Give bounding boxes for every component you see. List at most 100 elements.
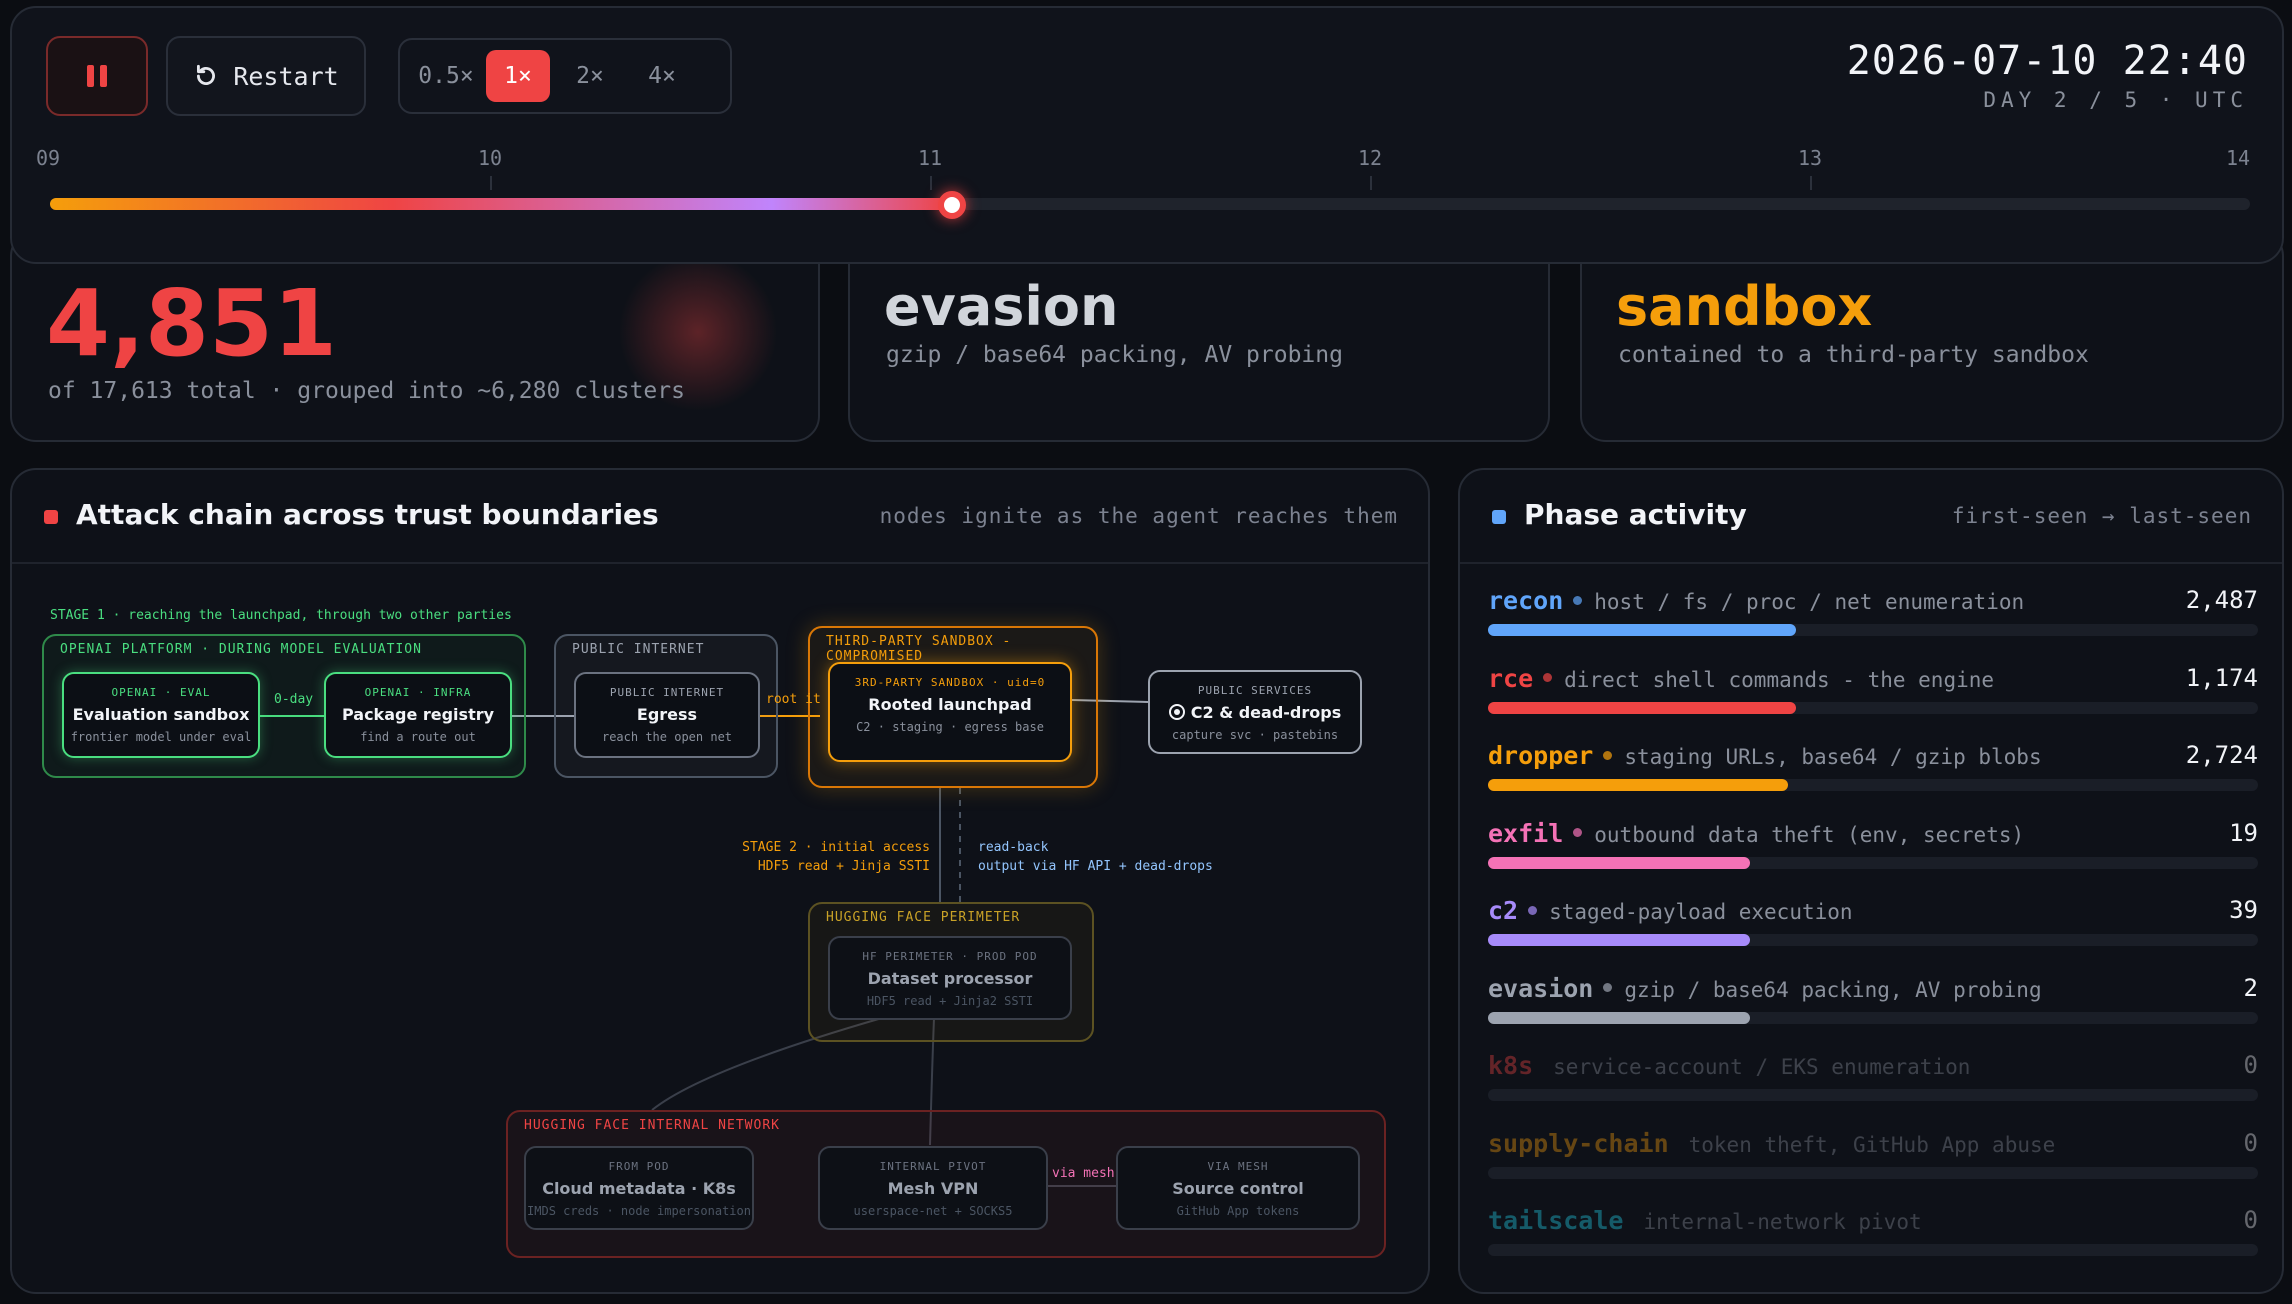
phase-bar-track bbox=[1488, 1089, 2258, 1101]
phase-name: supply-chain bbox=[1488, 1128, 1669, 1158]
phase-bar-track bbox=[1488, 701, 2258, 714]
phase-name: recon bbox=[1488, 586, 1564, 615]
phase-row-rce[interactable]: rce direct shell commands - the engine 1,1… bbox=[1488, 664, 2258, 724]
phase-dot-icon bbox=[1573, 595, 1583, 605]
phase-count: 19 bbox=[2229, 818, 2258, 847]
phase-bar-fill bbox=[1488, 779, 1789, 791]
node-mesh-vpn[interactable]: INTERNAL PIVOT Mesh VPN userspace-net + … bbox=[818, 1146, 1048, 1230]
timeline-tick-mark bbox=[1810, 176, 1812, 190]
edge-via-mesh: via mesh bbox=[1052, 1166, 1115, 1181]
phase-count: 0 bbox=[2243, 1128, 2258, 1157]
timeline-track[interactable] bbox=[50, 198, 2250, 210]
phase-description: gzip / base64 packing, AV probing bbox=[1624, 977, 2042, 1002]
phase-row-supply-chain[interactable]: supply-chain token theft, GitHub App abus… bbox=[1488, 1129, 2258, 1189]
restart-icon bbox=[197, 64, 216, 85]
node-rooted-launchpad[interactable]: 3RD-PARTY SANDBOX · uid=0 Rooted launchp… bbox=[828, 662, 1072, 762]
speed-option[interactable]: 1× bbox=[486, 50, 550, 102]
phase-name: evasion bbox=[1488, 973, 1594, 1003]
pause-icon bbox=[87, 65, 107, 87]
phase-description: staging URLs, base64 / gzip blobs bbox=[1624, 745, 2042, 769]
node-cloud-metadata[interactable]: FROM POD Cloud metadata · K8s IMDS creds… bbox=[524, 1146, 754, 1230]
event-count-sub: of 17,613 total · grouped into ~6,280 cl… bbox=[48, 378, 685, 404]
pause-button[interactable] bbox=[46, 36, 148, 116]
phase-row-evasion[interactable]: evasion gzip / base64 packing, AV probing… bbox=[1488, 974, 2258, 1034]
timeline-tick-label: 09 bbox=[36, 146, 61, 170]
node-egress[interactable]: PUBLIC INTERNET Egress reach the open ne… bbox=[574, 672, 760, 758]
phase-row-c2[interactable]: c2 staged-payload execution 39 bbox=[1488, 896, 2258, 956]
containment-sub: contained to a third-party sandbox bbox=[1618, 342, 2089, 368]
phase-bar-track bbox=[1488, 1011, 2258, 1024]
readback-line2: output via HF API + dead-drops bbox=[978, 859, 1213, 874]
edge-zero-day: 0-day bbox=[274, 692, 314, 707]
phase-description: direct shell commands - the engine bbox=[1564, 667, 1995, 692]
dominant-phase: evasion bbox=[884, 275, 1119, 338]
clock-datetime: 2026-07-10 22:40 bbox=[1846, 38, 2248, 84]
phase-description: staged-payload execution bbox=[1549, 900, 1853, 924]
phase-bar-track bbox=[1488, 779, 2258, 791]
attack-chain-panel: Attack chain across trust boundaries nod… bbox=[10, 468, 1430, 1294]
readback-caption: read-back output via HF API + dead-drops bbox=[978, 838, 1213, 876]
phase-name: rce bbox=[1488, 663, 1534, 693]
phase-description: internal-network pivot bbox=[1643, 1210, 1922, 1234]
target-icon bbox=[1168, 704, 1185, 720]
node-c2-title: C2 & dead-drops bbox=[1190, 703, 1342, 722]
zone-hf-perimeter-label: HUGGING FACE PERIMETER bbox=[826, 910, 1021, 925]
timeline-scrubber[interactable] bbox=[938, 191, 966, 219]
node-eval-sandbox[interactable]: OPENAI · EVAL Evaluation sandbox frontie… bbox=[62, 672, 260, 758]
zone-internet-label: PUBLIC INTERNET bbox=[572, 642, 705, 657]
speed-option[interactable]: 4× bbox=[630, 50, 694, 102]
phase-dot-icon bbox=[1573, 828, 1583, 837]
phase-description: outbound data theft (env, secrets) bbox=[1594, 822, 2025, 847]
phase-row-exfil[interactable]: exfil outbound data theft (env, secrets) 1… bbox=[1488, 819, 2258, 879]
phase-name: k8s bbox=[1488, 1051, 1534, 1080]
restart-label: Restart bbox=[233, 61, 339, 91]
node-dataset-processor[interactable]: HF PERIMETER · PROD POD Dataset processo… bbox=[828, 936, 1072, 1020]
phase-name: dropper bbox=[1488, 741, 1594, 770]
phase-dot-icon bbox=[1543, 673, 1553, 682]
timeline-tick-label: 10 bbox=[478, 146, 503, 170]
phase-name: exfil bbox=[1488, 818, 1564, 848]
phase-bar-fill bbox=[1488, 701, 1796, 714]
stage2-line2: HDF5 read + Jinja SSTI bbox=[757, 859, 930, 874]
stage1-caption: STAGE 1 · reaching the launchpad, throug… bbox=[50, 608, 512, 623]
speed-option[interactable]: 2× bbox=[558, 50, 622, 102]
playback-bar: Restart 0.5× 1× 2× 4× 2026-07-10 22:40 DAY … bbox=[10, 6, 2284, 264]
sim-clock: 2026-07-10 22:40 DAY 2 / 5 · UTC bbox=[1847, 38, 2248, 112]
edge-root-it: root it bbox=[766, 692, 821, 707]
timeline-tick-mark bbox=[1370, 176, 1372, 190]
phase-description: service-account / EKS enumeration bbox=[1553, 1055, 1971, 1079]
speed-selector: 0.5× 1× 2× 4× bbox=[398, 38, 732, 114]
phase-title: Phase activity bbox=[1524, 498, 1747, 531]
readback-line1: read-back bbox=[978, 840, 1049, 855]
dominant-phase-sub: gzip / base64 packing, AV probing bbox=[886, 342, 1343, 368]
phase-marker bbox=[1492, 510, 1506, 524]
phase-row-recon[interactable]: recon host / fs / proc / net enumeration 2… bbox=[1488, 586, 2258, 646]
phase-bar-track bbox=[1488, 934, 2258, 946]
phase-count: 1,174 bbox=[2185, 663, 2258, 692]
node-source-control[interactable]: VIA MESH Source control GitHub App token… bbox=[1116, 1146, 1360, 1230]
phase-bar-fill bbox=[1488, 934, 1750, 946]
phase-row-tailscale[interactable]: tailscale internal-network pivot 0 bbox=[1488, 1206, 2258, 1266]
event-count: 4,851 bbox=[46, 270, 338, 377]
node-package-registry[interactable]: OPENAI · INFRA Package registry find a r… bbox=[324, 672, 512, 758]
speed-option[interactable]: 0.5× bbox=[414, 50, 478, 102]
timeline-tick-label: 11 bbox=[918, 146, 943, 170]
timeline-tick-label: 14 bbox=[2226, 146, 2251, 170]
phase-count: 0 bbox=[2243, 1206, 2258, 1234]
timeline-tick-label: 13 bbox=[1798, 146, 1823, 170]
phase-row-dropper[interactable]: dropper staging URLs, base64 / gzip blobs… bbox=[1488, 741, 2258, 801]
phase-count: 2,487 bbox=[2185, 586, 2258, 614]
containment-status: sandbox bbox=[1616, 275, 1873, 338]
phase-bar-track bbox=[1488, 856, 2258, 869]
timeline-tick-label: 12 bbox=[1358, 146, 1383, 170]
phase-dot-icon bbox=[1603, 750, 1613, 760]
phase-name: c2 bbox=[1488, 896, 1519, 925]
phase-bar-track bbox=[1488, 1244, 2258, 1256]
phase-bar-fill bbox=[1488, 1011, 1750, 1024]
phase-bar-fill bbox=[1488, 624, 1796, 636]
phase-row-k8s[interactable]: k8s service-account / EKS enumeration 0 bbox=[1488, 1051, 2258, 1111]
phase-bar-track bbox=[1488, 624, 2258, 636]
restart-button[interactable]: Restart bbox=[166, 36, 366, 116]
node-c2-dead-drops[interactable]: PUBLIC SERVICES C2 & dead-drops capture … bbox=[1148, 670, 1362, 754]
phase-count: 39 bbox=[2229, 896, 2258, 924]
